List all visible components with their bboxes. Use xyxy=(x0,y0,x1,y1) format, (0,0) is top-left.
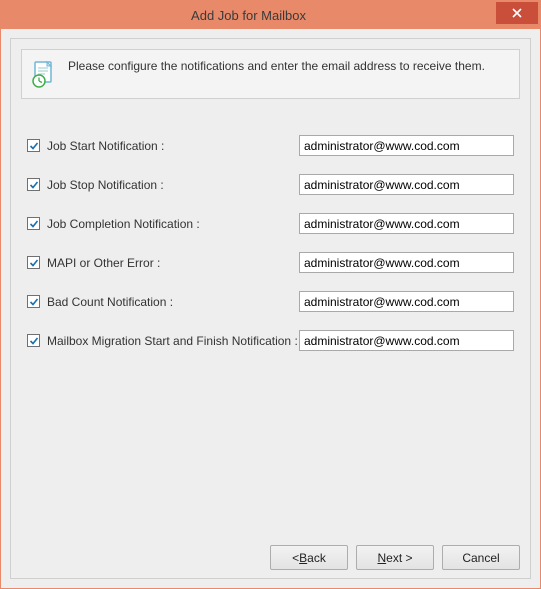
checkbox-bad-count[interactable] xyxy=(27,295,40,308)
checkbox-job-completion[interactable] xyxy=(27,217,40,230)
close-button[interactable] xyxy=(496,2,538,24)
next-suffix: ext > xyxy=(386,551,412,565)
label-mapi-error: MAPI or Other Error : xyxy=(47,256,160,270)
checkbox-job-stop[interactable] xyxy=(27,178,40,191)
check-icon xyxy=(29,141,39,151)
window-title: Add Job for Mailbox xyxy=(1,8,496,23)
checkbox-mapi-error[interactable] xyxy=(27,256,40,269)
notification-form: Job Start Notification : Job Stop Notifi… xyxy=(21,135,520,351)
check-icon xyxy=(29,180,39,190)
label-migration: Mailbox Migration Start and Finish Notif… xyxy=(47,334,298,348)
input-job-stop[interactable] xyxy=(299,174,514,195)
row-migration: Mailbox Migration Start and Finish Notif… xyxy=(27,330,514,351)
input-bad-count[interactable] xyxy=(299,291,514,312)
label-job-start: Job Start Notification : xyxy=(47,139,164,153)
row-job-stop: Job Stop Notification : xyxy=(27,174,514,195)
label-bad-count: Bad Count Notification : xyxy=(47,295,173,309)
checkbox-migration[interactable] xyxy=(27,334,40,347)
input-mapi-error[interactable] xyxy=(299,252,514,273)
back-button[interactable]: < Back xyxy=(270,545,348,570)
row-job-start: Job Start Notification : xyxy=(27,135,514,156)
check-icon xyxy=(29,258,39,268)
next-mnemonic: N xyxy=(377,551,386,565)
row-mapi-error: MAPI or Other Error : xyxy=(27,252,514,273)
input-job-completion[interactable] xyxy=(299,213,514,234)
close-icon xyxy=(512,8,522,18)
dialog-body: Please configure the notifications and e… xyxy=(1,29,540,588)
label-job-completion: Job Completion Notification : xyxy=(47,217,200,231)
document-clock-icon xyxy=(30,60,58,88)
check-icon xyxy=(29,336,39,346)
spacer xyxy=(21,351,520,539)
content-panel: Please configure the notifications and e… xyxy=(10,38,531,579)
row-job-completion: Job Completion Notification : xyxy=(27,213,514,234)
checkbox-job-start[interactable] xyxy=(27,139,40,152)
back-prefix: < xyxy=(292,551,299,565)
titlebar: Add Job for Mailbox xyxy=(1,1,540,29)
row-bad-count: Bad Count Notification : xyxy=(27,291,514,312)
info-banner: Please configure the notifications and e… xyxy=(21,49,520,99)
check-icon xyxy=(29,297,39,307)
back-mnemonic: B xyxy=(299,551,307,565)
dialog-window: Add Job for Mailbox Please configure the… xyxy=(0,0,541,589)
button-bar: < Back Next > Cancel xyxy=(21,545,520,570)
label-job-stop: Job Stop Notification : xyxy=(47,178,164,192)
back-suffix: ack xyxy=(307,551,326,565)
info-text: Please configure the notifications and e… xyxy=(68,58,485,75)
input-job-start[interactable] xyxy=(299,135,514,156)
input-migration[interactable] xyxy=(299,330,514,351)
cancel-button[interactable]: Cancel xyxy=(442,545,520,570)
check-icon xyxy=(29,219,39,229)
next-button[interactable]: Next > xyxy=(356,545,434,570)
